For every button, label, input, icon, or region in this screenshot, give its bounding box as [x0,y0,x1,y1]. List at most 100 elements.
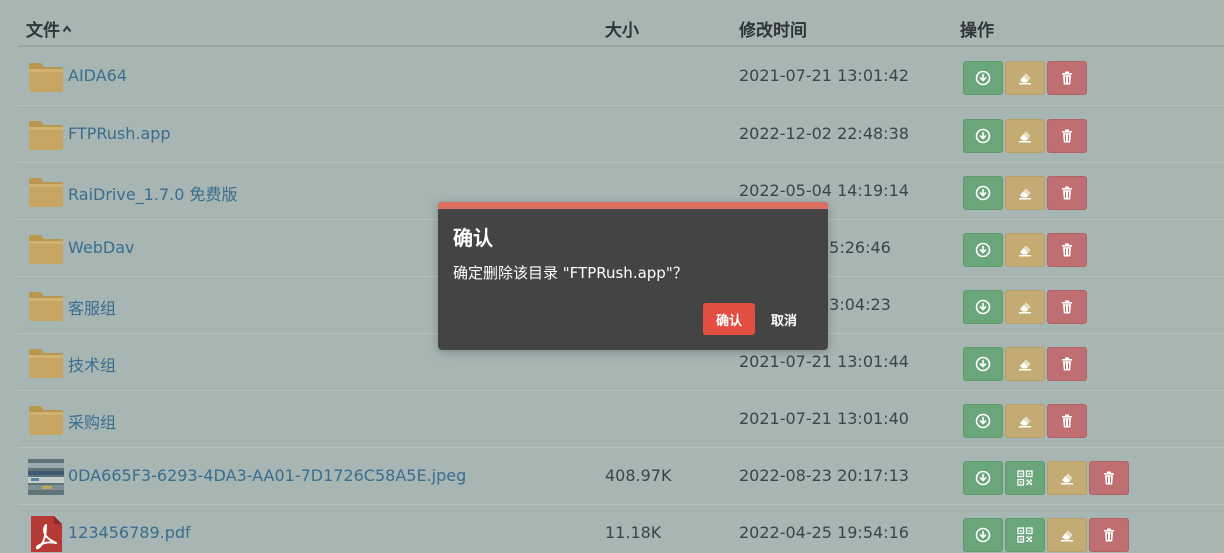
eraser-icon [1017,299,1033,315]
rename-button[interactable] [1005,61,1045,95]
folder-icon [28,59,64,95]
dialog-message: 确定删除该目录 "FTPRush.app"？ [453,264,688,282]
trash-icon [1059,356,1075,372]
folder-icon [28,174,64,210]
download-icon [975,128,991,144]
rename-button[interactable] [1005,119,1045,153]
column-header-name-label: 文件 [26,21,60,41]
folder-icon [28,288,64,324]
chevron-up-icon [62,19,72,33]
rename-button[interactable] [1047,461,1087,495]
column-header-name[interactable]: 文件 [26,16,72,41]
cancel-button[interactable]: 取消 [761,303,807,335]
download-icon [975,527,991,543]
trash-icon [1059,185,1075,201]
rename-button[interactable] [1005,290,1045,324]
folder-icon [28,117,64,153]
confirm-dialog: 确认 确定删除该目录 "FTPRush.app"？ 确认 取消 [438,202,828,350]
delete-button[interactable] [1089,461,1129,495]
file-name-link[interactable]: FTPRush.app [68,124,171,143]
rename-button[interactable] [1005,176,1045,210]
dialog-title: 确认 [453,226,493,250]
file-name-link[interactable]: 技术组 [68,352,116,376]
file-name-link[interactable]: WebDav [68,238,134,257]
download-button[interactable] [963,518,1003,552]
file-name-link[interactable]: 采购组 [68,409,116,433]
download-icon [975,70,991,86]
delete-button[interactable] [1047,347,1087,381]
table-header: 文件 大小 修改时间 操作 [18,0,1224,47]
file-name-link[interactable]: 客服组 [68,295,116,319]
rename-button[interactable] [1005,347,1045,381]
delete-button[interactable] [1047,61,1087,95]
file-name-link[interactable]: 123456789.pdf [68,523,191,542]
rename-button[interactable] [1005,404,1045,438]
file-modified: 13:04:23 [819,295,891,314]
column-header-actions: 操作 [960,21,994,41]
qrcode-button[interactable] [1005,518,1045,552]
eraser-icon [1059,527,1075,543]
file-modified: 2021-07-21 13:01:40 [739,409,909,428]
eraser-icon [1059,470,1075,486]
folder-icon [28,231,64,267]
file-modified: 2022-08-23 20:17:13 [739,466,909,485]
download-button[interactable] [963,176,1003,210]
download-button[interactable] [963,461,1003,495]
delete-button[interactable] [1047,233,1087,267]
download-icon [975,185,991,201]
qrcode-button[interactable] [1005,461,1045,495]
download-button[interactable] [963,119,1003,153]
file-modified: 2022-05-04 14:19:14 [739,181,909,200]
download-icon [975,356,991,372]
file-name-link[interactable]: RaiDrive_1.7.0 免费版 [68,181,237,205]
column-header-modified: 修改时间 [739,21,807,41]
file-size: 408.97K [605,466,672,485]
trash-icon [1059,242,1075,258]
file-name-link[interactable]: 0DA665F3-6293-4DA3-AA01-7D1726C58A5E.jpe… [68,466,466,485]
file-size: 11.18K [605,523,662,542]
download-button[interactable] [963,233,1003,267]
eraser-icon [1017,356,1033,372]
file-modified: 2022-04-25 19:54:16 [739,523,909,542]
download-icon [975,299,991,315]
image-thumbnail[interactable] [28,459,64,495]
download-icon [975,413,991,429]
table-row: AIDA64 2021-07-21 13:01:42 [18,48,1224,105]
file-modified: 15:26:46 [819,238,891,257]
download-icon [975,470,991,486]
qrcode-icon [1017,527,1033,543]
trash-icon [1059,299,1075,315]
dialog-accent-bar [438,202,828,209]
rename-button[interactable] [1047,518,1087,552]
eraser-icon [1017,242,1033,258]
table-row: 123456789.pdf 11.18K 2022-04-25 19:54:16 [18,504,1224,553]
trash-icon [1101,470,1117,486]
table-row: 0DA665F3-6293-4DA3-AA01-7D1726C58A5E.jpe… [18,447,1224,504]
download-button[interactable] [963,290,1003,324]
eraser-icon [1017,128,1033,144]
file-name-link[interactable]: AIDA64 [68,66,127,85]
folder-icon [28,402,64,438]
delete-button[interactable] [1047,119,1087,153]
delete-button[interactable] [1047,290,1087,324]
column-header-size: 大小 [605,21,639,41]
folder-icon [28,345,64,381]
download-button[interactable] [963,347,1003,381]
delete-button[interactable] [1047,404,1087,438]
trash-icon [1059,128,1075,144]
download-icon [975,242,991,258]
download-button[interactable] [963,61,1003,95]
pdf-icon [31,516,62,552]
file-modified: 2021-07-21 13:01:44 [739,352,909,371]
download-button[interactable] [963,404,1003,438]
delete-button[interactable] [1047,176,1087,210]
qrcode-icon [1017,470,1033,486]
delete-button[interactable] [1089,518,1129,552]
eraser-icon [1017,70,1033,86]
trash-icon [1101,527,1117,543]
confirm-button[interactable]: 确认 [703,303,755,335]
table-row: FTPRush.app 2022-12-02 22:48:38 [18,105,1224,162]
file-modified: 2021-07-21 13:01:42 [739,66,909,85]
file-modified: 2022-12-02 22:48:38 [739,124,909,143]
rename-button[interactable] [1005,233,1045,267]
